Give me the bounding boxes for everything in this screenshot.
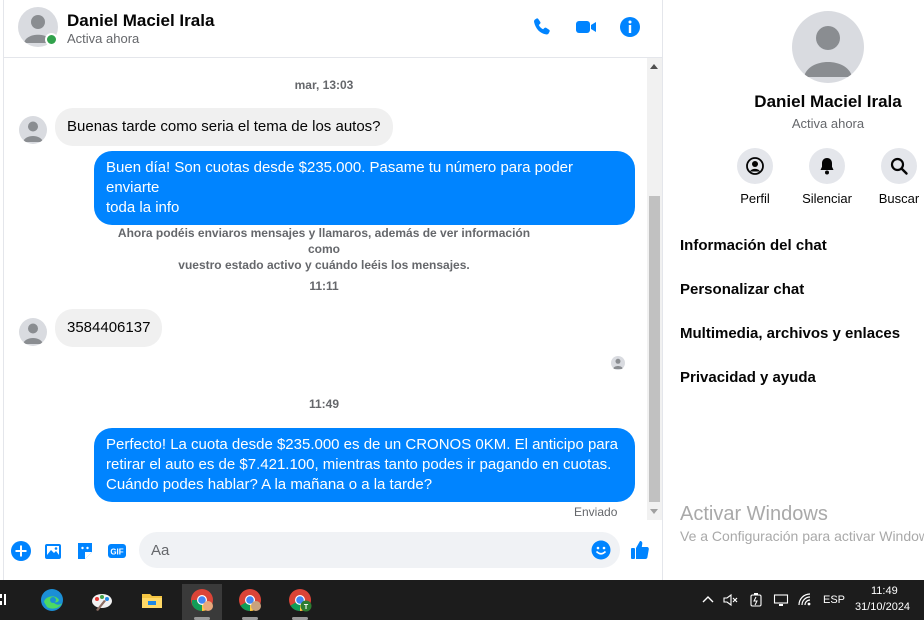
menu-media-files-links[interactable]: Multimedia, archivos y enlaces [680, 325, 900, 342]
svg-text:T: T [304, 604, 309, 611]
taskbar-chrome-t[interactable]: T [280, 584, 320, 620]
scroll-up-arrow[interactable] [650, 64, 658, 69]
taskbar-chrome-profile[interactable] [230, 584, 270, 620]
edge-icon [41, 589, 63, 611]
sticker-icon[interactable] [74, 540, 96, 562]
mute-action-label: Silenciar [802, 191, 852, 206]
system-note-line: vuestro estado activo y cuándo leéis los… [178, 258, 470, 272]
search-action-label: Buscar [878, 191, 920, 206]
emoji-icon[interactable] [590, 539, 612, 561]
taskbar-chrome-active[interactable] [182, 584, 222, 620]
messenger-app: Daniel Maciel Irala Activa ahora mar, 13… [0, 0, 924, 580]
like-icon[interactable] [629, 539, 651, 561]
timestamp: 11:11 [309, 279, 339, 293]
message-line: Perfecto! La cuota desde $235.000 es de … [106, 436, 618, 453]
scroll-down-arrow[interactable] [650, 509, 658, 514]
chat-header: Daniel Maciel Irala Activa ahora [4, 0, 662, 58]
incoming-message[interactable]: Buenas tarde como seria el tema de los a… [55, 108, 393, 146]
chat-info-panel: Daniel Maciel Irala Activa ahora Perfil … [662, 0, 924, 580]
timestamp: mar, 13:03 [294, 78, 354, 92]
battery-icon[interactable] [748, 592, 764, 608]
outgoing-message[interactable]: Buen día! Son cuotas desde $235.000. Pas… [94, 151, 635, 225]
incoming-message[interactable]: 3584406137 [55, 309, 163, 347]
svg-text:GIF: GIF [110, 548, 123, 557]
chrome-t-icon: T [289, 589, 312, 612]
info-icon[interactable] [618, 15, 642, 39]
online-indicator [45, 33, 58, 46]
speaker-muted-icon[interactable] [723, 592, 739, 608]
chevron-up-icon[interactable] [700, 592, 716, 608]
mute-action[interactable]: Silenciar [792, 148, 862, 206]
sender-avatar[interactable] [19, 116, 47, 144]
search-icon [881, 148, 917, 184]
menu-privacy-help[interactable]: Privacidad y ayuda [680, 369, 816, 386]
seen-indicator-avatar [611, 356, 625, 370]
taskbar-file-explorer[interactable] [132, 584, 172, 620]
system-note: Ahora podéis enviaros mensajes y llamaro… [104, 225, 544, 273]
video-icon[interactable] [574, 15, 598, 39]
file-explorer-icon [142, 594, 162, 608]
sent-status: Enviado [574, 505, 618, 519]
scroll-thumb[interactable] [649, 196, 660, 502]
message-list[interactable]: mar, 13:03 Buenas tarde como seria el te… [4, 58, 644, 522]
activate-windows-subtitle: Ve a Configuración para activar Windows. [680, 528, 924, 544]
gif-icon[interactable]: GIF [106, 540, 128, 562]
display-icon[interactable] [773, 592, 789, 608]
message-input[interactable]: Aa [139, 532, 620, 568]
composer: GIF Aa [4, 522, 662, 580]
message-line: retirar el auto es de $7.421.100, mientr… [106, 456, 612, 473]
message-line: Cuándo podes hablar? A la mañana o a la … [106, 476, 433, 493]
phone-icon[interactable] [530, 15, 554, 39]
clock-date[interactable]: 31/10/2024 [855, 601, 910, 613]
activate-windows-title: Activar Windows [680, 503, 828, 525]
message-line: Buen día! Son cuotas desde $235.000. Pas… [106, 159, 573, 196]
timestamp: 11:49 [308, 397, 340, 411]
profile-avatar[interactable] [792, 11, 864, 83]
profile-action[interactable]: Perfil [720, 148, 790, 206]
system-note-line: Ahora podéis enviaros mensajes y llamaro… [117, 226, 531, 256]
taskbar-edge[interactable] [32, 584, 72, 620]
contact-name[interactable]: Daniel Maciel Irala [67, 11, 214, 31]
chrome-profile-icon [239, 589, 261, 611]
input-language[interactable]: ESP [823, 594, 845, 606]
scrollbar[interactable] [647, 58, 662, 520]
contact-status: Activa ahora [67, 31, 140, 46]
profile-status: Activa ahora [791, 116, 865, 131]
bell-icon [809, 148, 845, 184]
menu-customize-chat[interactable]: Personalizar chat [680, 281, 804, 298]
menu-chat-info[interactable]: Información del chat [680, 237, 827, 254]
profile-action-label: Perfil [740, 191, 770, 206]
image-icon[interactable] [42, 540, 64, 562]
message-input-placeholder: Aa [151, 542, 170, 559]
clock-time[interactable]: 11:49 [871, 585, 898, 597]
outgoing-message[interactable]: Perfecto! La cuota desde $235.000 es de … [94, 428, 635, 502]
sender-avatar[interactable] [19, 318, 47, 346]
paint-icon [92, 594, 112, 611]
search-action[interactable]: Buscar [864, 148, 924, 206]
profile-name: Daniel Maciel Irala [754, 92, 902, 111]
taskbar-paint[interactable] [82, 584, 122, 620]
plus-icon[interactable] [10, 540, 32, 562]
profile-icon [737, 148, 773, 184]
task-view-icon[interactable] [0, 592, 10, 608]
wifi-icon[interactable] [797, 592, 813, 608]
chrome-icon [191, 589, 213, 611]
message-line: toda la info [106, 199, 180, 216]
chat-panel: Daniel Maciel Irala Activa ahora mar, 13… [4, 0, 662, 580]
windows-taskbar: T ESP 11:49 31/10/2024 [0, 580, 924, 620]
